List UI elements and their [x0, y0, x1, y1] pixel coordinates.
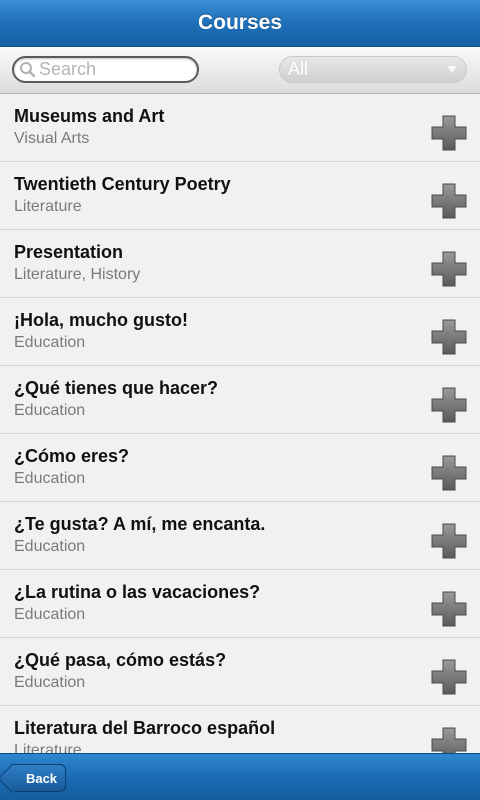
course-subject: Literature: [14, 742, 82, 753]
course-subject: Education: [14, 470, 86, 487]
list-item[interactable]: ¿Qué tienes que hacer? Education: [0, 366, 480, 434]
plus-icon[interactable]: [431, 319, 467, 355]
plus-icon[interactable]: [431, 115, 467, 151]
plus-icon[interactable]: [431, 727, 467, 753]
plus-icon[interactable]: [431, 659, 467, 695]
list-item[interactable]: Literatura del Barroco español Literatur…: [0, 706, 480, 753]
list-item[interactable]: Museums and Art Visual Arts: [0, 94, 480, 162]
course-subject: Education: [14, 674, 86, 691]
chevron-down-icon: [447, 66, 457, 73]
page-title: Courses: [197, 11, 283, 34]
plus-icon[interactable]: [431, 455, 467, 491]
list-item[interactable]: Twentieth Century Poetry Literature: [0, 162, 480, 230]
search-icon: [20, 61, 36, 77]
course-subject: Education: [14, 402, 86, 419]
course-name: ¡Hola, mucho gusto!: [14, 310, 188, 330]
filter-bar: All: [0, 47, 480, 94]
plus-icon[interactable]: [431, 523, 467, 559]
list-item[interactable]: ¿Cómo eres? Education: [0, 434, 480, 502]
back-button[interactable]: Back: [12, 764, 66, 792]
course-name: ¿La rutina o las vacaciones?: [14, 582, 261, 602]
courses-screen: Courses All Museums and Art Visual Arts …: [0, 0, 480, 800]
list-item[interactable]: ¿Te gusta? A mí, me encanta. Education: [0, 502, 480, 570]
category-select-value: All: [288, 59, 309, 79]
course-subject: Education: [14, 334, 86, 351]
title-bar: Courses: [0, 0, 480, 47]
course-list[interactable]: Museums and Art Visual Arts Twentieth Ce…: [0, 94, 480, 753]
course-name: Museums and Art: [14, 106, 165, 126]
course-subject: Education: [14, 538, 86, 555]
course-name: Twentieth Century Poetry: [14, 174, 231, 194]
course-subject: Visual Arts: [14, 130, 90, 147]
list-item[interactable]: ¿Qué pasa, cómo estás? Education: [0, 638, 480, 706]
back-button-label: Back: [25, 770, 58, 786]
plus-icon[interactable]: [431, 591, 467, 627]
bottom-toolbar: Back: [0, 753, 480, 800]
plus-icon[interactable]: [431, 387, 467, 423]
search-field[interactable]: [12, 56, 199, 83]
list-item[interactable]: ¿La rutina o las vacaciones? Education: [0, 570, 480, 638]
category-select[interactable]: All: [279, 56, 467, 83]
course-name: ¿Te gusta? A mí, me encanta.: [14, 514, 266, 534]
course-name: Literatura del Barroco español: [14, 718, 276, 738]
plus-icon[interactable]: [431, 251, 467, 287]
course-name: ¿Qué pasa, cómo estás?: [14, 650, 227, 670]
plus-icon[interactable]: [431, 183, 467, 219]
search-input[interactable]: [37, 59, 189, 80]
course-name: Presentation: [14, 242, 124, 262]
course-subject: Literature, History: [14, 266, 141, 283]
course-name: ¿Qué tienes que hacer?: [14, 378, 219, 398]
course-subject: Education: [14, 606, 86, 623]
course-name: ¿Cómo eres?: [14, 446, 130, 466]
list-item[interactable]: ¡Hola, mucho gusto! Education: [0, 298, 480, 366]
course-subject: Literature: [14, 198, 82, 215]
list-item[interactable]: Presentation Literature, History: [0, 230, 480, 298]
